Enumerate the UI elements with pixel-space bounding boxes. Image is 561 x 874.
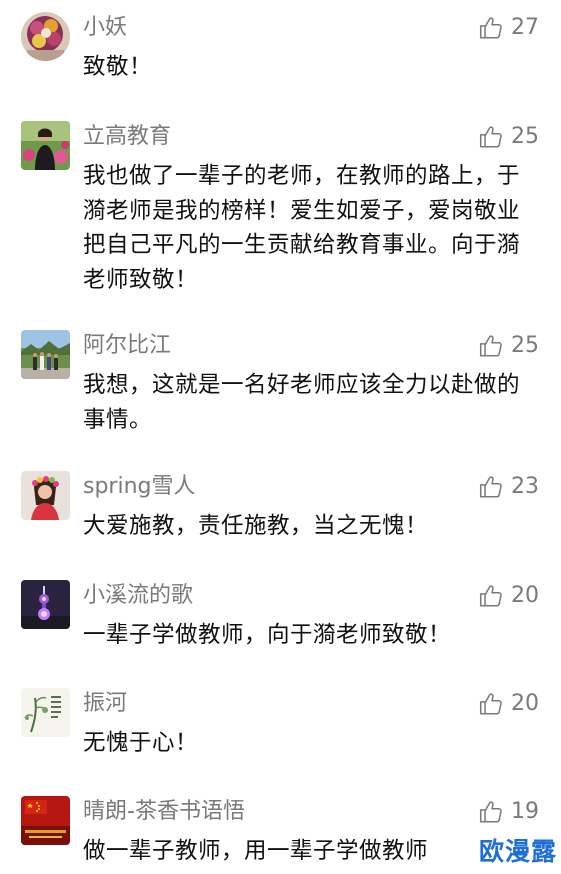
comment-item: 小溪流的歌 20 一辈子学做教师，向于漪老师致敬！	[0, 580, 561, 650]
avatar[interactable]	[21, 471, 70, 520]
comment-author[interactable]: 晴朗-茶香书语悟	[83, 798, 245, 826]
comment-text: 大爱施教，责任施教，当之无愧！	[83, 513, 429, 539]
group-photo-avatar-icon	[21, 330, 70, 379]
thumbs-up-icon	[479, 335, 502, 357]
comment-item: 小妖 27 致敬！	[0, 12, 561, 82]
like-button[interactable]: 27	[478, 14, 539, 42]
comment-text: 一辈子学做教师，向于漪老师致敬！	[83, 622, 452, 648]
woman-flowers-avatar-icon	[21, 121, 70, 170]
like-count: 19	[511, 799, 539, 824]
watermark: 欧漫露	[478, 837, 557, 866]
like-count: 23	[511, 474, 539, 499]
like-count: 25	[511, 124, 539, 149]
like-count: 25	[511, 333, 539, 358]
avatar[interactable]	[21, 580, 70, 629]
comment-text: 无愧于心！	[83, 730, 199, 756]
avatar[interactable]	[21, 330, 70, 379]
like-button[interactable]: 20	[478, 582, 539, 610]
thumbs-up-icon	[479, 476, 502, 498]
comment-text: 我也做了一辈子的老师，在教师的路上，于漪老师是我的榜样！爱生如爱子，爱岗敬业把自…	[83, 163, 521, 293]
like-button[interactable]: 23	[478, 473, 539, 501]
girl-flower-crown-avatar-icon	[21, 471, 70, 520]
avatar[interactable]	[21, 121, 70, 170]
flower-bouquet-avatar-icon	[21, 12, 70, 61]
like-button[interactable]: 25	[478, 332, 539, 360]
comment-text: 致敬！	[83, 54, 153, 80]
comment-text: 做一辈子教师，用一辈子学做教师	[83, 838, 429, 864]
comments-page: 小妖 27 致敬！ 立高教育 25 我也做了一辈子的老师，在教师的路上，于漪老师…	[0, 0, 561, 874]
comment-author[interactable]: 小溪流的歌	[83, 582, 193, 610]
comment-item: 立高教育 25 我也做了一辈子的老师，在教师的路上，于漪老师是我的榜样！爱生如爱…	[0, 121, 561, 296]
thumbs-up-icon	[479, 801, 502, 823]
comment-author[interactable]: 阿尔比江	[83, 332, 171, 360]
thumbs-up-icon	[479, 585, 502, 607]
red-flag-avatar-icon	[21, 796, 70, 845]
comment-author[interactable]: 立高教育	[83, 123, 171, 151]
like-count: 20	[511, 691, 539, 716]
comment-author[interactable]: 小妖	[83, 14, 127, 42]
comment-author[interactable]: spring雪人	[83, 473, 196, 501]
like-button[interactable]: 19	[478, 798, 539, 826]
thumbs-up-icon	[479, 17, 502, 39]
comment-author[interactable]: 振河	[83, 690, 127, 718]
avatar[interactable]	[21, 688, 70, 737]
avatar[interactable]	[21, 12, 70, 61]
comment-item: spring雪人 23 大爱施教，责任施教，当之无愧！	[0, 471, 561, 541]
like-button[interactable]: 25	[478, 123, 539, 151]
like-button[interactable]: 20	[478, 690, 539, 718]
thumbs-up-icon	[479, 693, 502, 715]
like-count: 27	[511, 15, 539, 40]
avatar[interactable]	[21, 796, 70, 845]
comment-item: 阿尔比江 25 我想，这就是一名好老师应该全力以赴做的事情。	[0, 330, 561, 435]
comment-item: 晴朗-茶香书语悟 19 做一辈子教师，用一辈子学做教师	[0, 796, 561, 874]
comment-item: 振河 20 无愧于心！	[0, 688, 561, 758]
ink-painting-avatar-icon	[21, 688, 70, 737]
thumbs-up-icon	[479, 126, 502, 148]
like-count: 20	[511, 583, 539, 608]
comment-text: 我想，这就是一名好老师应该全力以赴做的事情。	[83, 372, 521, 433]
night-tower-avatar-icon	[21, 580, 70, 629]
